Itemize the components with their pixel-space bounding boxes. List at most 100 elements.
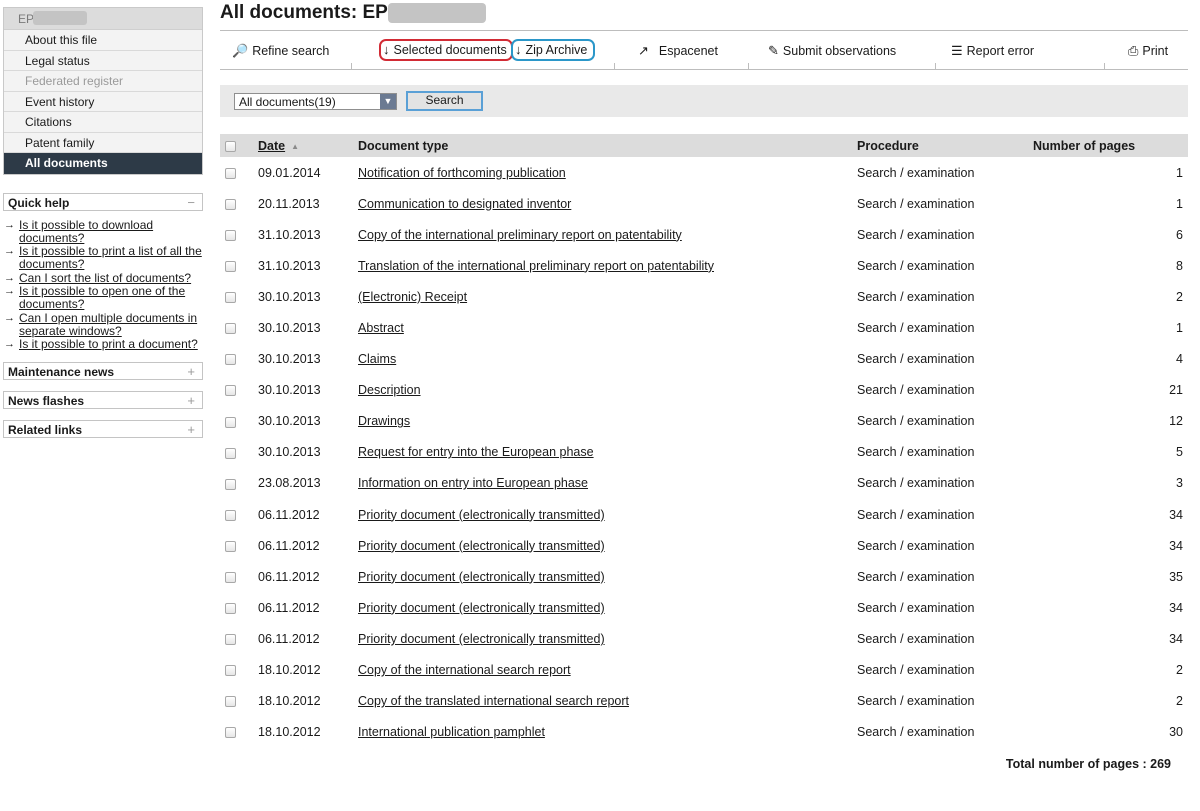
row-checkbox[interactable] <box>225 478 236 490</box>
sidebar-item-patent-family[interactable]: Patent family <box>4 132 202 153</box>
row-date: 18.10.2012 <box>258 663 321 678</box>
list-item: → Is it possible to print a document? <box>3 338 203 351</box>
filter-bar: All documents(19) ▼ Search <box>220 85 1188 117</box>
document-link[interactable]: Request for entry into the European phas… <box>358 445 594 459</box>
row-checkbox-cell <box>220 623 258 654</box>
row-checkbox[interactable] <box>225 665 236 677</box>
zip-archive-button[interactable]: ↓ Zip Archive <box>511 39 596 61</box>
document-link[interactable]: Priority document (electronically transm… <box>358 570 605 584</box>
sidebar-item-federated-register: Federated register <box>4 71 202 92</box>
row-pages: 34 <box>1169 538 1183 553</box>
document-filter-select[interactable]: All documents(19) ▼ <box>234 93 397 110</box>
row-procedure: Search / examination <box>857 196 975 211</box>
table-row: 30.10.2013 (Electronic) Receipt Search / e… <box>220 281 1188 312</box>
sidebar-item-all-documents[interactable]: All documents <box>4 153 202 174</box>
row-procedure: Search / examination <box>857 321 975 336</box>
row-pages: 8 <box>1176 258 1183 273</box>
document-link[interactable]: Priority document (electronically transm… <box>358 508 605 522</box>
row-checkbox[interactable] <box>225 696 236 708</box>
sidebar-item-citations[interactable]: Citations <box>4 112 202 133</box>
document-link[interactable]: Priority document (electronically transm… <box>358 539 605 553</box>
sort-ascending-icon[interactable]: ▲ <box>291 142 299 151</box>
help-link[interactable]: Is it possible to open one of the docume… <box>19 284 185 311</box>
chevron-down-icon[interactable]: ▼ <box>380 94 396 109</box>
expand-icon[interactable]: + <box>187 364 195 379</box>
print-button[interactable]: ⎙ Print <box>1128 40 1168 62</box>
maintenance-news-header[interactable]: Maintenance news + <box>3 362 203 380</box>
quick-help-header[interactable]: Quick help − <box>3 192 203 211</box>
row-checkbox[interactable] <box>225 261 236 273</box>
row-checkbox[interactable] <box>225 447 236 459</box>
select-all-checkbox[interactable] <box>225 140 236 152</box>
document-link[interactable]: Claims <box>358 352 396 366</box>
row-date: 23.08.2013 <box>258 476 321 491</box>
row-checkbox[interactable] <box>225 727 236 739</box>
row-document-type-cell: Communication to designated inventor <box>358 188 857 219</box>
row-checkbox[interactable] <box>225 540 236 552</box>
document-link[interactable]: Priority document (electronically transm… <box>358 632 605 646</box>
document-link[interactable]: Copy of the international preliminary re… <box>358 228 682 242</box>
document-link[interactable]: Translation of the international prelimi… <box>358 259 714 273</box>
row-procedure: Search / examination <box>857 352 975 367</box>
row-pages: 30 <box>1169 725 1183 740</box>
maintenance-news-panel[interactable]: Maintenance news + <box>3 362 203 380</box>
row-checkbox[interactable] <box>225 385 236 397</box>
document-link[interactable]: (Electronic) Receipt <box>358 290 467 304</box>
table-row: 30.10.2013 Request for entry into the Eur… <box>220 437 1188 468</box>
row-checkbox[interactable] <box>225 229 236 241</box>
row-pages: 21 <box>1169 383 1183 398</box>
row-checkbox[interactable] <box>225 509 236 521</box>
document-link[interactable]: Abstract <box>358 321 404 335</box>
row-document-type-cell: International publication pamphlet <box>358 717 857 748</box>
toolbar-divider <box>351 63 352 70</box>
related-links-panel[interactable]: Related links + <box>3 420 203 438</box>
row-checkbox[interactable] <box>225 571 236 583</box>
row-checkbox[interactable] <box>225 198 236 210</box>
search-button[interactable]: Search <box>406 91 483 111</box>
document-link[interactable]: Communication to designated inventor <box>358 197 571 211</box>
expand-icon[interactable]: + <box>187 422 195 437</box>
document-link[interactable]: Description <box>358 383 421 397</box>
printer-icon: ⎙ <box>1128 43 1139 58</box>
document-link[interactable]: Drawings <box>358 414 410 428</box>
help-link[interactable]: Can I sort the list of documents? <box>19 271 191 285</box>
arrow-right-icon: → <box>4 245 15 257</box>
sidebar-item-about-this-file[interactable]: About this file <box>4 30 202 51</box>
document-link[interactable]: Priority document (electronically transm… <box>358 601 605 615</box>
help-link[interactable]: Is it possible to download documents? <box>19 218 153 245</box>
edit-pen-icon: ✎ <box>768 43 779 58</box>
total-pages: Total number of pages : 269 <box>1005 757 1171 771</box>
expand-icon[interactable]: + <box>187 393 195 408</box>
row-checkbox[interactable] <box>225 167 236 179</box>
help-link[interactable]: Is it possible to print a list of all th… <box>19 244 202 271</box>
report-error-button[interactable]: ☰ Report error <box>951 40 1034 62</box>
row-checkbox[interactable] <box>225 634 236 646</box>
related-links-header[interactable]: Related links + <box>3 420 203 438</box>
news-flashes-panel[interactable]: News flashes + <box>3 391 203 409</box>
document-link[interactable]: International publication pamphlet <box>358 725 545 739</box>
collapse-icon[interactable]: − <box>187 195 195 210</box>
row-checkbox[interactable] <box>225 416 236 428</box>
row-document-type-cell: Abstract <box>358 312 857 343</box>
row-checkbox[interactable] <box>225 292 236 304</box>
date-sort-link[interactable]: Date <box>258 139 285 153</box>
sidebar-item-legal-status[interactable]: Legal status <box>4 50 202 71</box>
document-link[interactable]: Notification of forthcoming publication <box>358 166 566 180</box>
row-pages: 3 <box>1176 476 1183 491</box>
document-link[interactable]: Copy of the international search report <box>358 663 571 677</box>
sidebar-item-event-history[interactable]: Event history <box>4 91 202 112</box>
document-link[interactable]: Copy of the translated international sea… <box>358 694 629 708</box>
row-checkbox[interactable] <box>225 323 236 335</box>
refine-search-button[interactable]: 🔎 Refine search <box>232 40 329 62</box>
date-header[interactable]: Date ▲ <box>258 134 358 157</box>
selected-documents-button[interactable]: ↓ Selected documents <box>379 39 513 61</box>
espacenet-button[interactable]: ↗ Espacenet <box>638 40 718 62</box>
row-checkbox[interactable] <box>225 354 236 366</box>
document-link[interactable]: Information on entry into European phase <box>358 476 588 490</box>
help-link[interactable]: Is it possible to print a document? <box>19 337 198 351</box>
help-link[interactable]: Can I open multiple documents in separat… <box>19 311 197 338</box>
row-procedure: Search / examination <box>857 165 975 180</box>
news-flashes-header[interactable]: News flashes + <box>3 391 203 409</box>
row-checkbox[interactable] <box>225 603 236 615</box>
submit-observations-button[interactable]: ✎ Submit observations <box>768 40 896 62</box>
